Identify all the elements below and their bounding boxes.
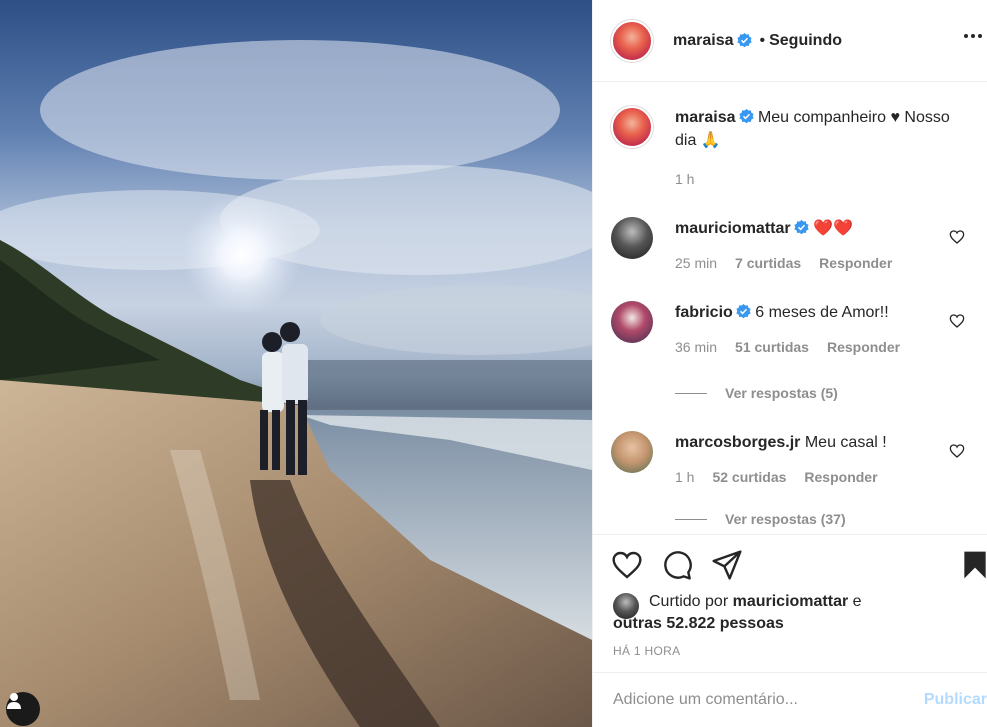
reply-button[interactable]: Responder <box>804 466 877 489</box>
commenter-username[interactable]: marcosborges.jr <box>675 434 800 451</box>
share-icon[interactable] <box>711 549 743 581</box>
liker-username[interactable]: mauriciomattar <box>733 593 849 610</box>
liked-by-conjunction: e <box>852 593 862 610</box>
view-replies-label[interactable]: Ver respostas (37) <box>725 511 846 527</box>
comment-time[interactable]: 25 min <box>675 252 717 275</box>
comment-likes[interactable]: 52 curtidas <box>712 466 786 489</box>
likes-summary: Curtido por mauriciomattar e outras 52.8… <box>613 591 975 635</box>
liked-by-others[interactable]: outras 52.822 pessoas <box>613 613 975 635</box>
comment-item: marcosborges.jr Meu casal ! 1 h 52 curti… <box>611 431 969 489</box>
view-replies-button[interactable]: Ver respostas (5) <box>675 385 969 401</box>
heart-icon[interactable] <box>949 229 965 245</box>
liked-by-prefix: Curtido por <box>649 593 729 610</box>
verified-badge-icon <box>736 304 751 319</box>
author-username[interactable]: maraisa <box>673 32 734 50</box>
caption: maraisa Meu companheiro ♥ Nosso dia 🙏 1 … <box>611 106 969 191</box>
comment-time[interactable]: 1 h <box>675 466 694 489</box>
comment-likes[interactable]: 7 curtidas <box>735 252 801 275</box>
post-panel: maraisa • Seguindo maraisa Meu companhei… <box>592 0 987 727</box>
post-photo[interactable] <box>0 0 592 727</box>
verified-badge-icon <box>793 220 809 235</box>
liker-avatar[interactable] <box>613 593 639 619</box>
view-replies-label[interactable]: Ver respostas (5) <box>725 385 838 401</box>
replies-divider <box>675 392 707 394</box>
more-options-icon[interactable] <box>959 24 987 48</box>
comment-item: fabricio 6 meses de Amor!! 36 min 51 cur… <box>611 301 969 359</box>
reply-button[interactable]: Responder <box>819 252 892 275</box>
heart-icon[interactable] <box>611 549 643 581</box>
publish-button[interactable]: Publicar <box>924 691 987 709</box>
replies-divider <box>675 518 707 520</box>
comment-time[interactable]: 36 min <box>675 336 717 359</box>
caption-time[interactable]: 1 h <box>675 168 694 191</box>
comment-text: Meu casal ! <box>804 434 887 451</box>
action-bar <box>593 534 987 594</box>
user-tag-icon <box>7 693 21 709</box>
follow-status-button[interactable]: Seguindo <box>769 32 842 50</box>
author-avatar[interactable] <box>611 19 653 62</box>
verified-badge-icon <box>736 33 752 48</box>
comment-likes[interactable]: 51 curtidas <box>735 336 809 359</box>
bookmark-icon[interactable] <box>959 549 987 581</box>
commenter-avatar[interactable] <box>611 217 653 259</box>
comment-icon[interactable] <box>661 549 693 581</box>
commenter-username[interactable]: mauriciomattar <box>675 220 791 237</box>
reply-button[interactable]: Responder <box>827 336 900 359</box>
commenter-username[interactable]: fabricio <box>675 304 733 321</box>
post-timestamp[interactable]: HÁ 1 HORA <box>613 644 680 658</box>
view-replies-button[interactable]: Ver respostas (37) <box>675 511 969 527</box>
commenter-avatar[interactable] <box>611 301 653 343</box>
comments-list[interactable]: maraisa Meu companheiro ♥ Nosso dia 🙏 1 … <box>593 82 987 534</box>
verified-badge-icon <box>738 109 754 124</box>
post-header: maraisa • Seguindo <box>593 0 987 82</box>
beach-scene-image <box>0 40 592 727</box>
caption-username[interactable]: maraisa <box>675 109 736 126</box>
caption-author-avatar[interactable] <box>611 106 653 148</box>
comment-item: mauriciomattar ❤️❤️ 25 min 7 curtidas Re… <box>611 217 969 275</box>
commenter-avatar[interactable] <box>611 431 653 473</box>
heart-icon[interactable] <box>949 313 965 329</box>
separator-dot: • <box>759 31 766 49</box>
heart-icon[interactable] <box>949 443 965 459</box>
comment-input[interactable] <box>613 691 913 709</box>
comment-text: ❤️❤️ <box>813 220 853 237</box>
add-comment-bar: Publicar <box>593 672 987 727</box>
comment-text: 6 meses de Amor!! <box>755 304 889 321</box>
user-tag-button[interactable] <box>6 692 40 726</box>
